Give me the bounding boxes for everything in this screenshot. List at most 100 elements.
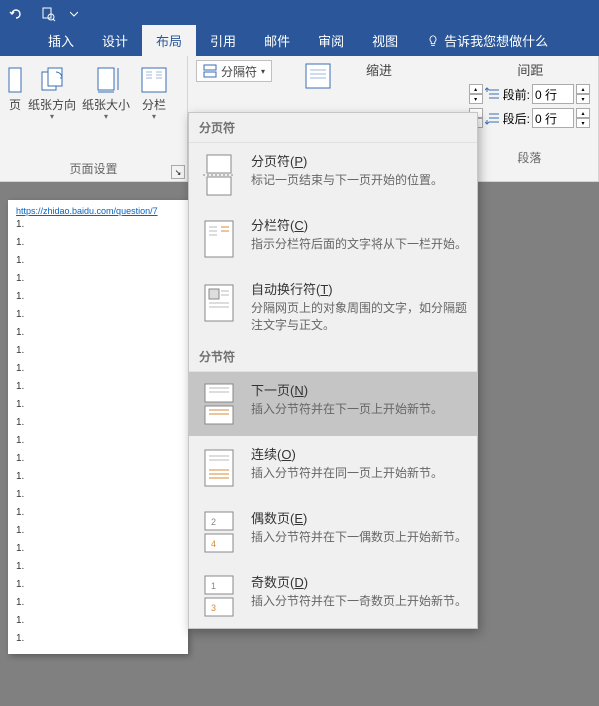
spacing-before-down[interactable]: ▾ bbox=[576, 94, 590, 104]
text-wrapping-title: 自动换行符(T) bbox=[251, 279, 467, 298]
columns-label: 分栏 bbox=[142, 98, 166, 112]
svg-text:1: 1 bbox=[211, 581, 216, 591]
spacing-after-icon bbox=[485, 110, 501, 126]
next-page-item[interactable]: 下一页(N) 插入分节符并在下一页上开始新节。 bbox=[189, 372, 477, 436]
list-item: 1. bbox=[16, 558, 180, 576]
indent-left-up[interactable]: ▴ bbox=[469, 84, 483, 94]
list-item: 1. bbox=[16, 396, 180, 414]
list-item: 1. bbox=[16, 270, 180, 288]
list-item: 1. bbox=[16, 288, 180, 306]
text-wrapping-icon bbox=[199, 279, 239, 327]
list-item: 1. bbox=[16, 450, 180, 468]
svg-text:3: 3 bbox=[211, 603, 216, 613]
tab-mailings[interactable]: 邮件 bbox=[250, 25, 304, 56]
breaks-button[interactable]: 分隔符 ▾ bbox=[196, 60, 272, 82]
spacing-after-input[interactable] bbox=[532, 108, 574, 128]
quick-access-toolbar bbox=[0, 0, 599, 28]
list-item: 1. bbox=[16, 468, 180, 486]
orientation-button[interactable]: 纸张方向 ▾ bbox=[26, 60, 78, 125]
spacing-header: 间距 bbox=[469, 60, 590, 79]
breaks-label: 分隔符 bbox=[221, 63, 257, 80]
tab-layout[interactable]: 布局 bbox=[142, 25, 196, 56]
list-item: 1. bbox=[16, 360, 180, 378]
odd-page-icon: 13 bbox=[199, 572, 239, 620]
spacing-before-input[interactable] bbox=[532, 84, 574, 104]
page-break-icon bbox=[199, 151, 239, 199]
indent-left-down[interactable]: ▾ bbox=[469, 94, 483, 104]
svg-text:2: 2 bbox=[211, 517, 216, 527]
even-page-title: 偶数页(E) bbox=[251, 508, 467, 527]
text-wrapping-desc: 分隔网页上的对象周围的文字，如分隔题注文字与正文。 bbox=[251, 300, 467, 334]
tell-me-label: 告诉我您想做什么 bbox=[444, 31, 548, 50]
list-item: 1. bbox=[16, 594, 180, 612]
odd-page-title: 奇数页(D) bbox=[251, 572, 467, 591]
chevron-down-icon: ▾ bbox=[152, 112, 156, 121]
ribbon-tabs: 插入 设计 布局 引用 邮件 审阅 视图 告诉我您想做什么 bbox=[0, 28, 599, 56]
continuous-desc: 插入分节符并在同一页上开始新节。 bbox=[251, 465, 467, 482]
list-item: 1. bbox=[16, 306, 180, 324]
page-setup-group: 页 纸张方向 ▾ 纸张大小 ▾ 分栏 ▾ 页面设置 ↘ bbox=[0, 56, 188, 181]
chevron-down-icon: ▾ bbox=[50, 112, 54, 121]
tab-insert[interactable]: 插入 bbox=[34, 25, 88, 56]
list-item: 1. bbox=[16, 342, 180, 360]
chevron-down-icon: ▾ bbox=[261, 67, 265, 76]
paragraph-group-label: 段落 bbox=[469, 147, 590, 168]
page-setup-group-label: 页面设置 bbox=[6, 158, 181, 179]
column-break-icon bbox=[199, 215, 239, 263]
list-item: 1. bbox=[16, 522, 180, 540]
spacing-before-icon bbox=[485, 86, 501, 102]
odd-page-item[interactable]: 13 奇数页(D) 插入分节符并在下一奇数页上开始新节。 bbox=[189, 564, 477, 628]
tab-references[interactable]: 引用 bbox=[196, 25, 250, 56]
svg-text:4: 4 bbox=[211, 539, 216, 549]
document-content: 1.1.1.1.1.1.1.1.1.1.1.1.1.1.1.1.1.1.1.1.… bbox=[16, 216, 180, 648]
list-item: 1. bbox=[16, 486, 180, 504]
next-page-desc: 插入分节符并在下一页上开始新节。 bbox=[251, 401, 467, 418]
even-page-icon: 24 bbox=[199, 508, 239, 556]
tell-me-input[interactable]: 告诉我您想做什么 bbox=[412, 25, 562, 56]
paragraph-icon bbox=[302, 60, 334, 92]
document-hyperlink[interactable]: https://zhidao.baidu.com/question/7 bbox=[16, 206, 180, 216]
list-item: 1. bbox=[16, 630, 180, 648]
list-item: 1. bbox=[16, 432, 180, 450]
text-wrapping-item[interactable]: 自动换行符(T) 分隔网页上的对象周围的文字，如分隔题注文字与正文。 bbox=[189, 271, 477, 342]
list-item: 1. bbox=[16, 612, 180, 630]
size-label: 纸张大小 bbox=[82, 98, 130, 112]
column-break-desc: 指示分栏符后面的文字将从下一栏开始。 bbox=[251, 236, 467, 253]
qat-dropdown-icon[interactable] bbox=[68, 2, 80, 26]
list-item: 1. bbox=[16, 252, 180, 270]
page-break-title: 分页符(P) bbox=[251, 151, 467, 170]
page-breaks-section-header: 分页符 bbox=[189, 113, 477, 143]
document-page[interactable]: https://zhidao.baidu.com/question/7 1.1.… bbox=[8, 200, 188, 654]
next-page-icon bbox=[199, 380, 239, 428]
even-page-desc: 插入分节符并在下一偶数页上开始新节。 bbox=[251, 529, 467, 546]
list-item: 1. bbox=[16, 234, 180, 252]
odd-page-desc: 插入分节符并在下一奇数页上开始新节。 bbox=[251, 593, 467, 610]
page-setup-dialog-launcher[interactable]: ↘ bbox=[171, 165, 185, 179]
section-breaks-header: 分节符 bbox=[189, 342, 477, 372]
even-page-item[interactable]: 24 偶数页(E) 插入分节符并在下一偶数页上开始新节。 bbox=[189, 500, 477, 564]
continuous-item[interactable]: 连续(O) 插入分节符并在同一页上开始新节。 bbox=[189, 436, 477, 500]
tab-review[interactable]: 审阅 bbox=[304, 25, 358, 56]
size-button[interactable]: 纸张大小 ▾ bbox=[80, 60, 132, 125]
list-item: 1. bbox=[16, 576, 180, 594]
undo-button[interactable] bbox=[4, 2, 28, 26]
tab-view[interactable]: 视图 bbox=[358, 25, 412, 56]
continuous-title: 连续(O) bbox=[251, 444, 467, 463]
spacing-before-up[interactable]: ▴ bbox=[576, 84, 590, 94]
list-item: 1. bbox=[16, 414, 180, 432]
column-break-item[interactable]: 分栏符(C) 指示分栏符后面的文字将从下一栏开始。 bbox=[189, 207, 477, 271]
orientation-label: 纸张方向 bbox=[28, 98, 76, 112]
columns-button[interactable]: 分栏 ▾ bbox=[134, 60, 174, 125]
print-preview-button[interactable] bbox=[36, 2, 60, 26]
tab-design[interactable]: 设计 bbox=[88, 25, 142, 56]
list-item: 1. bbox=[16, 378, 180, 396]
margins-button[interactable]: 页 bbox=[6, 60, 24, 116]
list-item: 1. bbox=[16, 540, 180, 558]
list-item: 1. bbox=[16, 324, 180, 342]
spacing-after-down[interactable]: ▾ bbox=[576, 118, 590, 128]
spacing-after-up[interactable]: ▴ bbox=[576, 108, 590, 118]
chevron-down-icon: ▾ bbox=[104, 112, 108, 121]
page-break-desc: 标记一页结束与下一页开始的位置。 bbox=[251, 172, 467, 189]
list-item: 1. bbox=[16, 504, 180, 522]
page-break-item[interactable]: 分页符(P) 标记一页结束与下一页开始的位置。 bbox=[189, 143, 477, 207]
